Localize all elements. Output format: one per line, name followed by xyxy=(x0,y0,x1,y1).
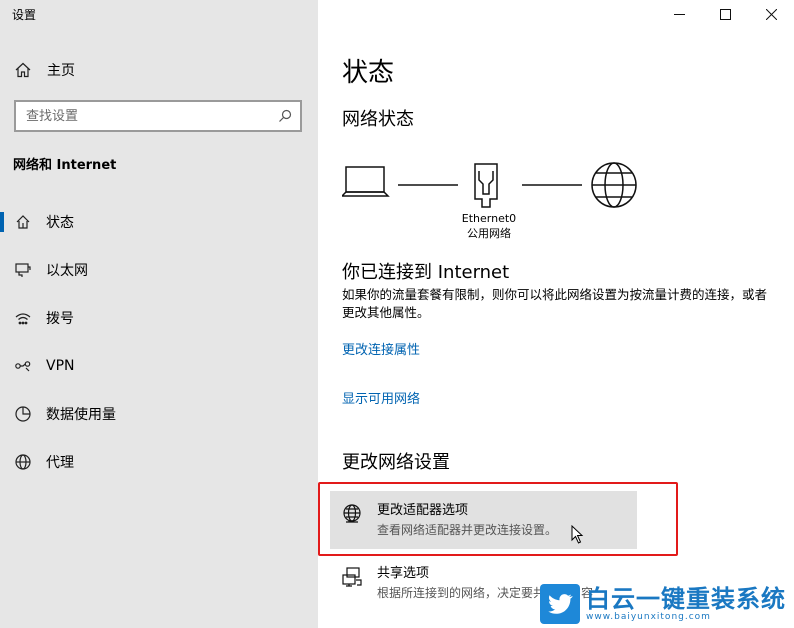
sidebar-item-ethernet[interactable]: 以太网 xyxy=(0,246,318,294)
ethernet-port-icon xyxy=(474,163,498,208)
laptop-icon xyxy=(342,166,390,197)
change-network-settings-heading: 更改网络设置 xyxy=(342,452,450,473)
home-nav-item[interactable]: 主页 xyxy=(14,58,75,82)
sidebar-item-label: 代理 xyxy=(46,455,74,471)
watermark-title: 白云一键重装系统 xyxy=(586,584,786,613)
sidebar-item-label: 数据使用量 xyxy=(46,407,116,423)
sidebar-item-label: VPN xyxy=(46,358,75,374)
sidebar-item-vpn[interactable]: VPN xyxy=(0,342,318,390)
internet-globe-icon xyxy=(591,162,637,208)
sidebar-item-label: 以太网 xyxy=(46,263,88,279)
sidebar-item-dialup[interactable]: 拨号 xyxy=(0,294,318,342)
section-heading: 网络和 Internet xyxy=(13,158,117,173)
page-title: 状态 xyxy=(342,58,395,88)
show-available-networks-link[interactable]: 显示可用网络 xyxy=(342,388,420,407)
sidebar-item-status[interactable]: 状态 xyxy=(0,198,318,246)
watermark-url: www.baiyunxitong.com xyxy=(586,611,711,622)
adapter-name: Ethernet0 xyxy=(461,212,517,225)
option-subtitle: 查看网络适配器并更改连接设置。 xyxy=(377,523,558,537)
sidebar-item-proxy[interactable]: 代理 xyxy=(0,438,318,486)
search-box[interactable] xyxy=(14,100,302,132)
window-title: 设置 xyxy=(12,8,37,22)
watermark-text: 白云一键重装系统 www.baiyunxitong.com xyxy=(586,586,786,623)
change-connection-properties-link[interactable]: 更改连接属性 xyxy=(342,339,420,358)
adapter-label: Ethernet0 公用网络 xyxy=(458,211,520,241)
home-status-icon xyxy=(14,213,32,231)
sidebar-nav: 状态 以太网 拨号 VPN 数据使用量 代理 xyxy=(0,198,318,486)
sidebar: 设置 主页 网络和 Internet 状态 以太网 拨号 xyxy=(0,0,318,628)
sidebar-item-label: 状态 xyxy=(46,215,74,231)
bird-logo-icon xyxy=(540,584,580,624)
data-usage-icon xyxy=(14,405,32,423)
sidebar-item-label: 拨号 xyxy=(46,311,74,327)
sharing-icon xyxy=(342,567,362,587)
dialup-icon xyxy=(14,309,32,327)
search-icon[interactable] xyxy=(278,109,292,123)
change-adapter-options-item[interactable]: 更改适配器选项 查看网络适配器并更改连接设置。 xyxy=(330,491,637,549)
connection-description: 如果你的流量套餐有限制，则你可以将此网络设置为按流量计费的连接，或者更改其他属性… xyxy=(342,287,768,320)
option-title: 更改适配器选项 xyxy=(377,503,469,518)
vpn-icon xyxy=(14,357,32,375)
mouse-cursor-icon xyxy=(571,525,584,544)
watermark: 白云一键重装系统 www.baiyunxitong.com xyxy=(540,580,794,628)
network-type: 公用网络 xyxy=(467,227,511,240)
home-label: 主页 xyxy=(47,63,75,79)
connected-heading: 你已连接到 Internet xyxy=(342,262,510,283)
adapter-globe-icon xyxy=(343,504,361,523)
ethernet-icon xyxy=(14,261,32,279)
home-icon xyxy=(15,62,31,78)
network-status-heading: 网络状态 xyxy=(342,109,414,130)
search-input[interactable] xyxy=(26,108,278,124)
proxy-globe-icon xyxy=(14,453,32,471)
option-text: 更改适配器选项 查看网络适配器并更改连接设置。 xyxy=(377,503,557,539)
sidebar-item-data-usage[interactable]: 数据使用量 xyxy=(0,390,318,438)
main-content: 状态 网络状态 Ethernet0 公用网络 你已连接到 Internet 如果… xyxy=(318,0,794,628)
